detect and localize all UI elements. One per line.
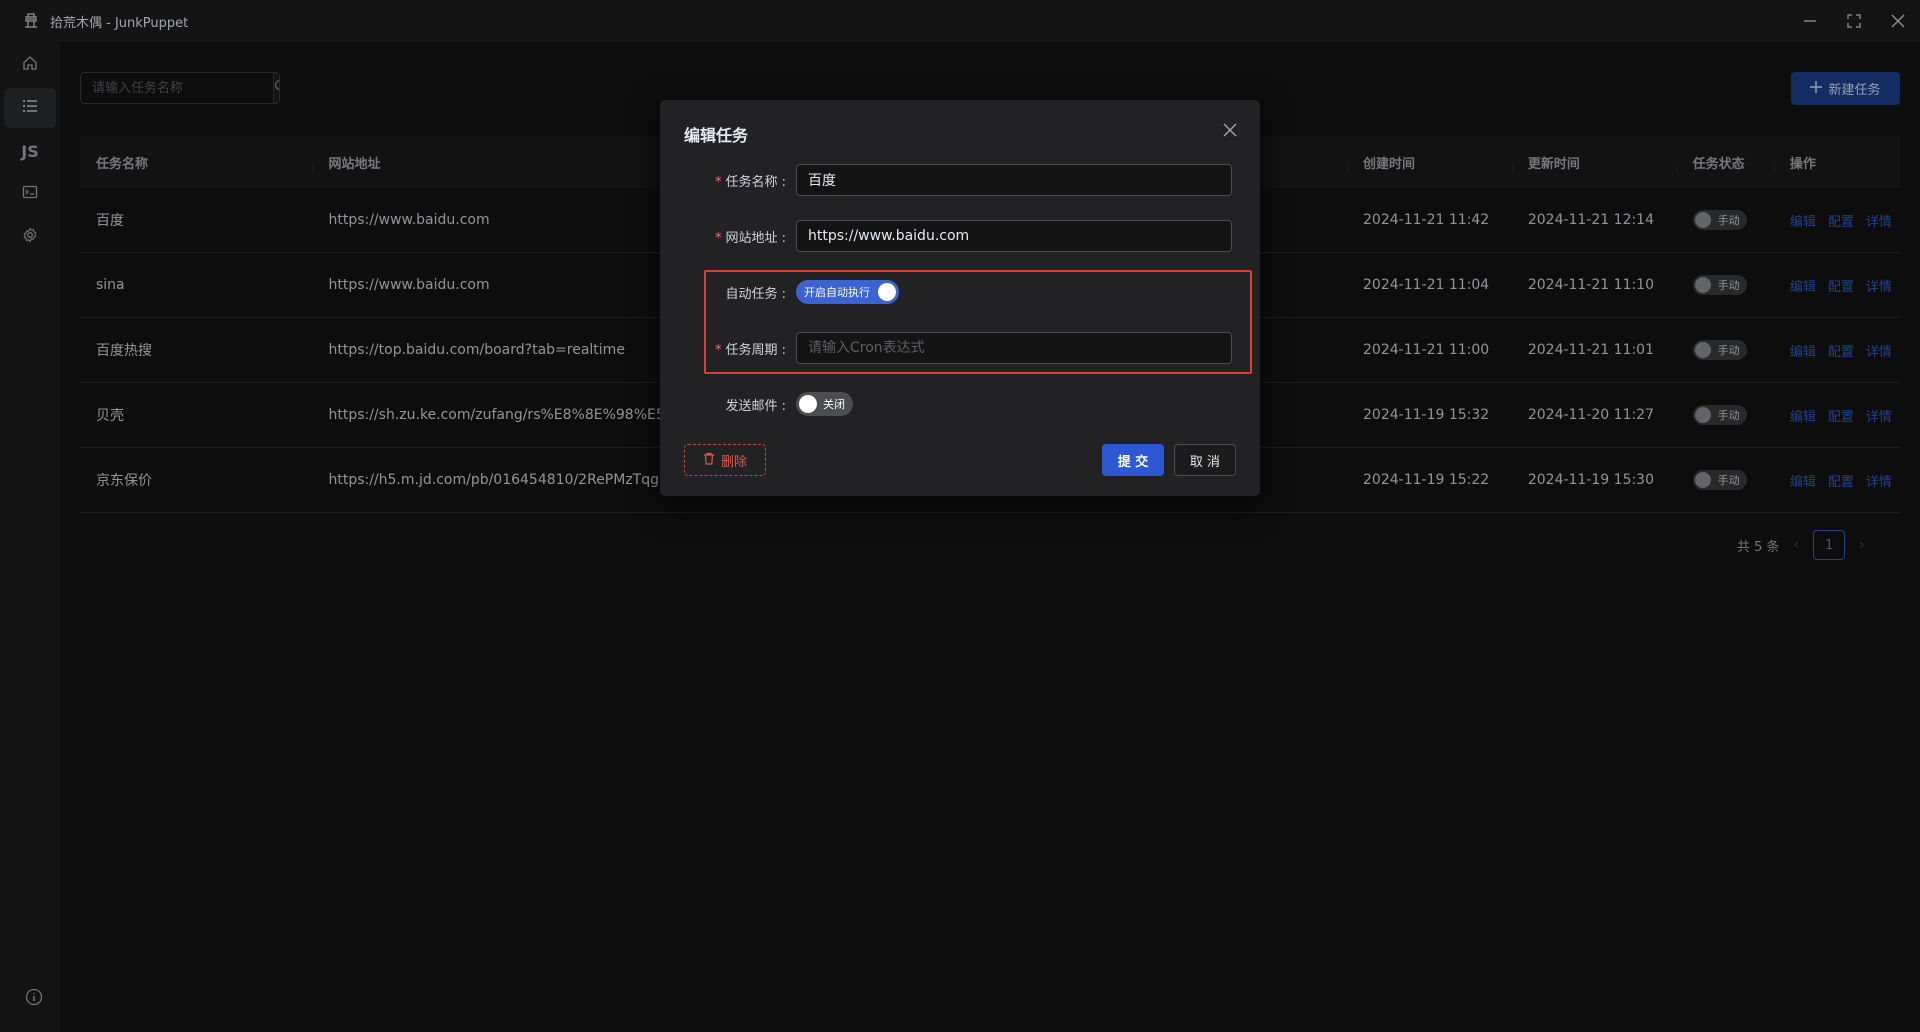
dialog-close-icon[interactable] <box>1218 118 1242 142</box>
form-row-email: 发送邮件 : 关闭 <box>684 392 853 416</box>
required-mark: * <box>714 174 722 190</box>
cancel-button[interactable]: 取 消 <box>1174 444 1236 476</box>
form-row-name: * 任务名称 : <box>684 164 1232 196</box>
delete-label: 删除 <box>720 454 747 470</box>
name-label: 任务名称 : <box>725 174 786 190</box>
form-row-url: * 网站地址 : <box>684 220 1232 252</box>
website-url-input[interactable] <box>796 220 1232 252</box>
auto-task-toggle[interactable]: 开启自动执行 <box>796 280 899 304</box>
form-row-cron: * 任务周期 : <box>684 332 1232 364</box>
required-mark: * <box>714 230 722 246</box>
form-row-auto: 自动任务 : 开启自动执行 <box>684 280 899 304</box>
required-mark: * <box>714 342 722 358</box>
delete-button[interactable]: 删除 <box>684 444 766 476</box>
cron-input[interactable] <box>796 332 1232 364</box>
toggle-knob <box>799 395 817 413</box>
auto-label: 自动任务 : <box>725 286 786 302</box>
dialog-title: 编辑任务 <box>684 126 749 145</box>
toggle-knob <box>878 283 896 301</box>
email-toggle-text: 关闭 <box>823 398 845 411</box>
task-name-input[interactable] <box>796 164 1232 196</box>
cron-label: 任务周期 : <box>725 342 786 358</box>
email-label: 发送邮件 : <box>725 398 786 414</box>
edit-task-dialog: 编辑任务 *任务名称 : *网站地址 : 自动任务 : 开启自动执行 *任务周期… <box>660 100 1260 496</box>
submit-button[interactable]: 提 交 <box>1102 444 1164 476</box>
url-label: 网站地址 : <box>725 230 786 246</box>
trash-icon <box>703 452 715 469</box>
auto-toggle-text: 开启自动执行 <box>804 286 870 299</box>
send-email-toggle[interactable]: 关闭 <box>796 392 853 416</box>
